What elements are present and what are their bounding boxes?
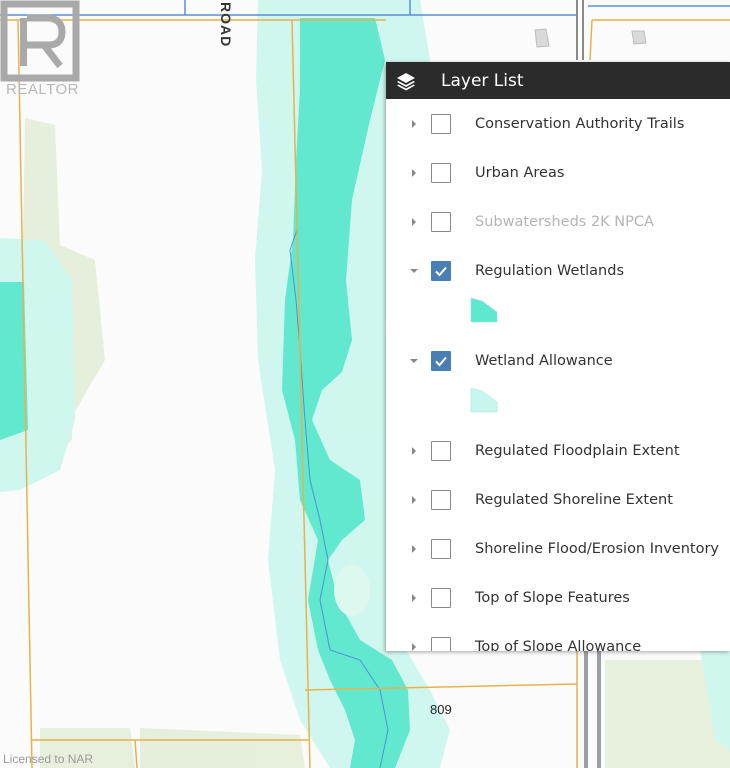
layer-list-header[interactable]: Layer List: [386, 62, 730, 99]
layer-label: Urban Areas: [475, 164, 565, 181]
layer-row[interactable]: Urban Areas: [386, 148, 730, 197]
caret-right-icon[interactable]: [410, 446, 418, 455]
legend-swatch: [470, 387, 498, 413]
layer-checkbox[interactable]: [431, 636, 451, 651]
checkmark-icon: [435, 266, 447, 276]
layer-row[interactable]: Wetland Allowance: [386, 336, 730, 385]
caret-right-icon[interactable]: [410, 168, 418, 177]
layer-label: Top of Slope Allowance: [475, 638, 642, 652]
layer-row[interactable]: Conservation Authority Trails: [386, 99, 730, 148]
layer-label: Subwatersheds 2K NPCA: [475, 213, 654, 230]
layer-checkbox[interactable]: [431, 538, 451, 559]
caret-right-icon[interactable]: [410, 119, 418, 128]
lot-number-label: 809: [430, 702, 452, 717]
caret-down-icon[interactable]: [410, 357, 418, 365]
layer-label: Regulated Shoreline Extent: [475, 491, 673, 508]
road-label: ROAD: [218, 2, 234, 48]
license-text: Licensed to NAR: [3, 752, 94, 766]
layers-icon: [397, 72, 415, 90]
caret-right-icon[interactable]: [410, 495, 418, 504]
layer-label: Regulated Floodplain Extent: [475, 442, 680, 459]
caret-right-icon[interactable]: [410, 217, 418, 226]
layer-label: Top of Slope Features: [475, 589, 630, 606]
layer-row[interactable]: Shoreline Flood/Erosion Inventory: [386, 524, 730, 573]
caret-right-icon[interactable]: [410, 593, 418, 602]
layer-row[interactable]: Regulation Wetlands: [386, 246, 730, 295]
layer-list-panel: Layer List Conservation Authority Trails…: [386, 62, 730, 651]
layer-row[interactable]: Subwatersheds 2K NPCA: [386, 197, 730, 246]
layer-checkbox[interactable]: [431, 113, 451, 134]
caret-right-icon[interactable]: [410, 642, 418, 651]
layer-checkbox[interactable]: [431, 260, 451, 281]
realtor-watermark-text: REALTOR: [6, 81, 79, 98]
layer-checkbox[interactable]: [431, 162, 451, 183]
caret-right-icon[interactable]: [410, 544, 418, 553]
layer-legend: [386, 295, 730, 336]
realtor-logo-icon: [0, 0, 80, 82]
layer-legend: [386, 385, 730, 426]
layer-row[interactable]: Regulated Floodplain Extent: [386, 426, 730, 475]
realtor-watermark: REALTOR: [0, 0, 90, 100]
layer-label: Regulation Wetlands: [475, 262, 624, 279]
legend-swatch: [470, 297, 498, 323]
caret-down-icon[interactable]: [410, 267, 418, 275]
layer-row[interactable]: Top of Slope Allowance: [386, 622, 730, 651]
layer-list-title: Layer List: [441, 70, 524, 91]
layer-checkbox[interactable]: [431, 211, 451, 232]
layer-row[interactable]: Regulated Shoreline Extent: [386, 475, 730, 524]
layer-label: Conservation Authority Trails: [475, 115, 685, 132]
layer-row[interactable]: Top of Slope Features: [386, 573, 730, 622]
layer-label: Wetland Allowance: [475, 352, 613, 369]
layer-checkbox[interactable]: [431, 587, 451, 608]
layer-checkbox[interactable]: [431, 489, 451, 510]
layer-label: Shoreline Flood/Erosion Inventory: [475, 540, 719, 557]
layer-list: Conservation Authority Trails Urban Areas…: [386, 99, 730, 651]
layer-checkbox[interactable]: [431, 350, 451, 371]
layer-checkbox[interactable]: [431, 440, 451, 461]
checkmark-icon: [435, 356, 447, 366]
